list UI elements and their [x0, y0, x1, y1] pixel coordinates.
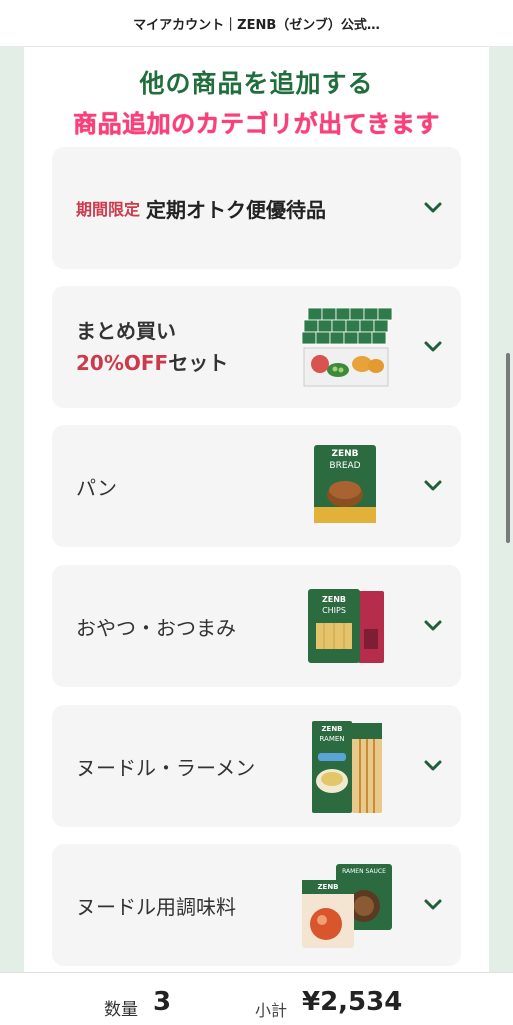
category-label: 期間限定 定期オトク便優待品 — [76, 147, 326, 269]
quantity-value: 3 — [153, 987, 172, 1017]
browser-title-bar: マイアカウント｜ZENB（ゼンブ）公式… — [0, 0, 513, 47]
category-label: ヌードル・ラーメン — [76, 755, 256, 780]
bread-name-text: BREAD — [329, 461, 361, 471]
category-card-bread[interactable]: パン ZENB BREAD — [52, 425, 461, 547]
chevron-down-icon — [424, 899, 442, 910]
ramen-name-text: RAMEN — [319, 735, 345, 743]
ramen-product-image: ZENB RAMEN — [310, 719, 386, 815]
category-label: まとめ買い 20%OFFセット — [76, 286, 228, 408]
scrollbar[interactable] — [506, 353, 510, 543]
set-text: セット — [168, 351, 229, 375]
quantity-label: 数量 — [104, 1000, 138, 1020]
category-card-limited[interactable]: 期間限定 定期オトク便優待品 — [52, 147, 461, 269]
chevron-down-icon — [424, 620, 442, 631]
category-card-noodles[interactable]: ヌードル・ラーメン ZENB RAMEN — [52, 705, 461, 827]
chips-name-text: CHIPS — [322, 606, 346, 615]
discount-text: 20%OFF — [76, 351, 169, 375]
category-label: おやつ・おつまみ — [76, 615, 236, 640]
chips-product-image: ZENB CHIPS — [306, 585, 390, 665]
bulk-set-image — [301, 307, 393, 387]
cart-summary-bar: 数量 3 小計 ¥2,534 — [0, 972, 513, 1025]
chevron-down-icon — [424, 480, 442, 491]
category-card-noodle-seasonings[interactable]: ヌードル用調味料 ZENB RAMEN SAUCE — [52, 844, 461, 966]
section-subtitle: 商品追加のカテゴリが出てきます — [73, 110, 440, 138]
category-card-snacks[interactable]: おやつ・おつまみ ZENB CHIPS — [52, 565, 461, 687]
page-background: 他の商品を追加する 商品追加のカテゴリが出てきます 期間限定 定期オトク便優待品… — [0, 47, 513, 972]
subtotal-value: ¥2,534 — [302, 987, 403, 1017]
chevron-down-icon — [424, 202, 442, 213]
section-title: 他の商品を追加する — [139, 69, 374, 98]
page-title: マイアカウント｜ZENB（ゼンブ）公式… — [133, 17, 380, 33]
chips-brand-text: ZENB — [321, 595, 347, 604]
category-label-text: 定期オトク便優待品 — [146, 197, 327, 222]
chevron-down-icon — [424, 760, 442, 771]
subtotal-label: 小計 — [255, 1001, 288, 1020]
sauce-name-text: RAMEN SAUCE — [342, 868, 386, 875]
category-label-line1: まとめ買い — [76, 319, 176, 343]
limited-tag: 期間限定 — [76, 200, 141, 219]
bread-product-image: ZENB BREAD — [314, 445, 376, 523]
category-label-line2: 20%OFFセット — [76, 347, 228, 379]
add-products-panel: 他の商品を追加する 商品追加のカテゴリが出てきます 期間限定 定期オトク便優待品… — [24, 47, 489, 972]
category-label: ヌードル用調味料 — [76, 894, 236, 919]
ramen-brand-text: ZENB — [321, 725, 343, 733]
category-label: パン — [76, 475, 117, 500]
category-card-bulk[interactable]: まとめ買い 20%OFFセット — [52, 286, 461, 408]
sauce-product-image: ZENB RAMEN SAUCE — [300, 862, 396, 950]
chevron-down-icon — [424, 341, 442, 352]
sauce-brand-text: ZENB — [317, 883, 339, 891]
bread-brand-text: ZENB — [331, 449, 359, 459]
